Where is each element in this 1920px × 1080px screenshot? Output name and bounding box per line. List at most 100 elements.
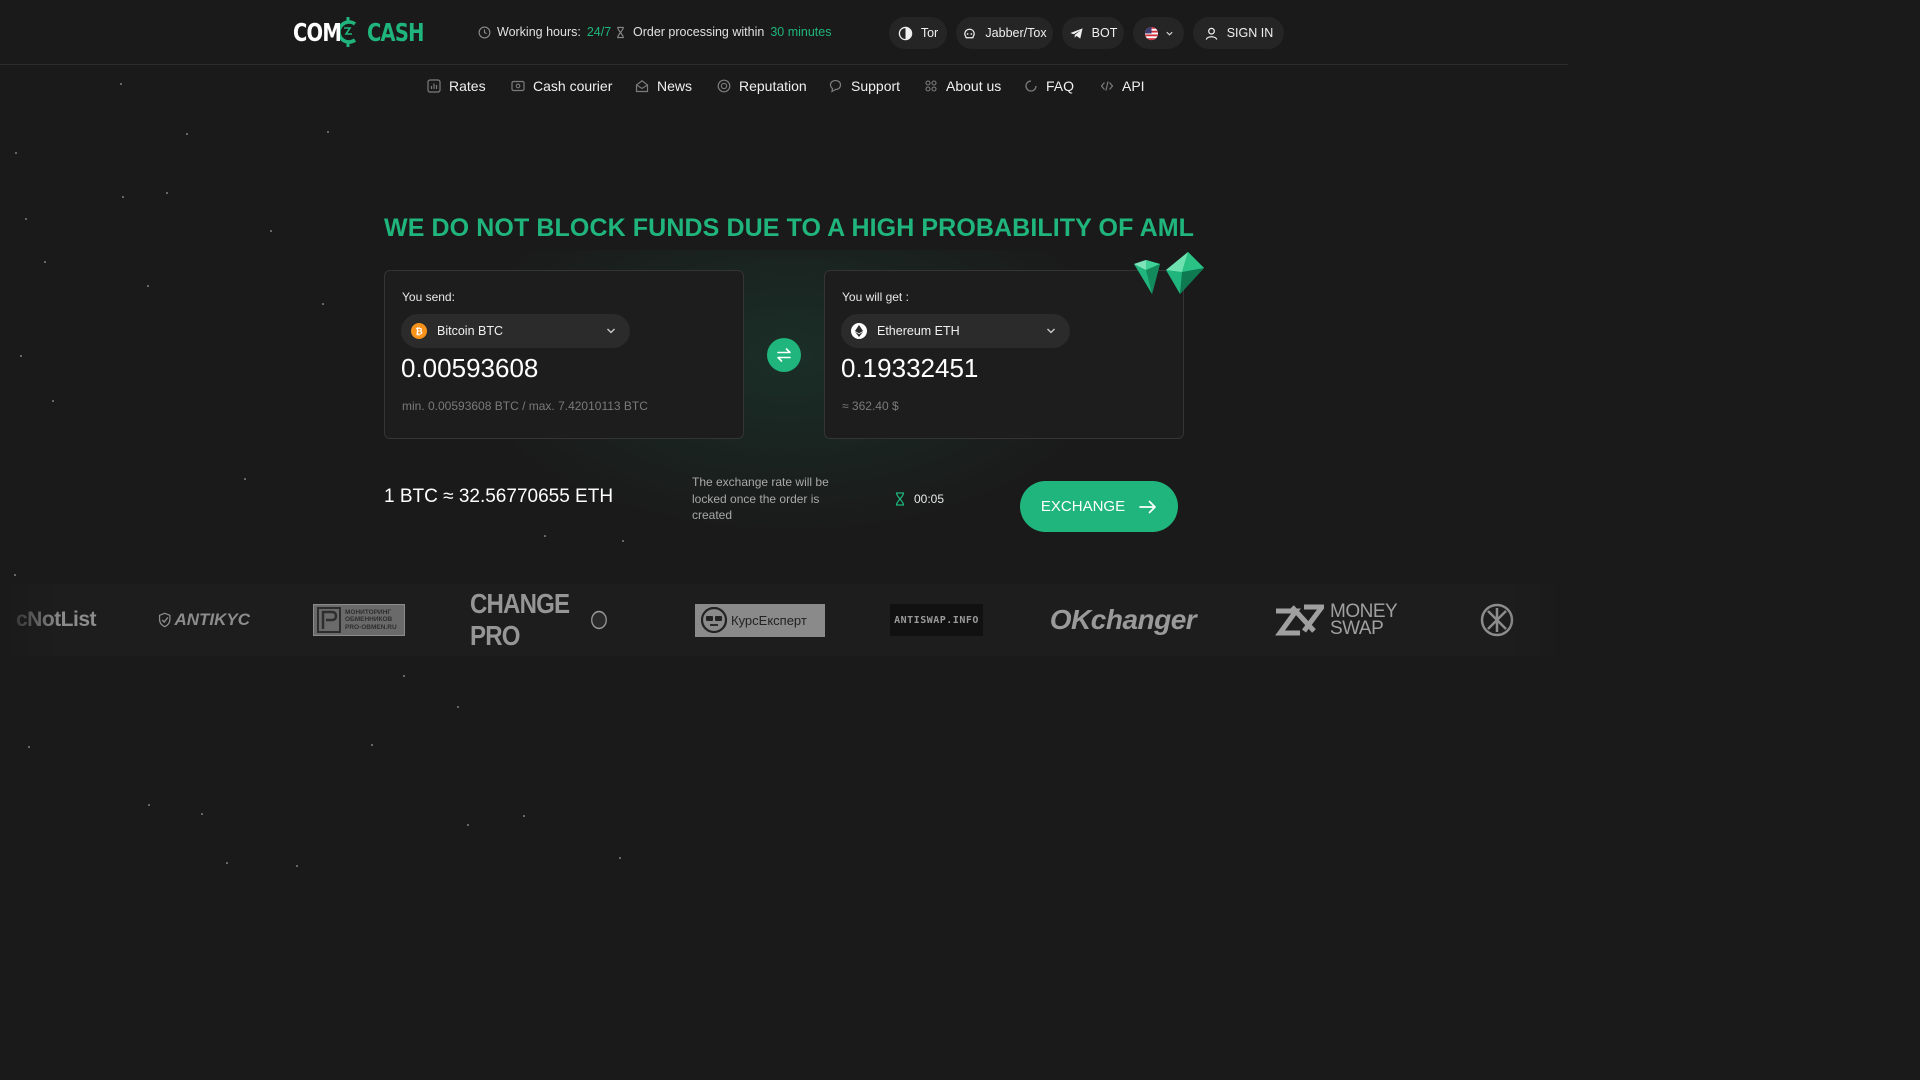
pro-obmen-mark-icon [317, 607, 341, 633]
partner-name: КурсЕксперт [731, 612, 807, 628]
partner-name: ANTIKYC [174, 610, 250, 629]
working-hours: Working hours: 24/7 [478, 25, 611, 39]
jabber-tox-button[interactable]: Jabber/Tox [956, 17, 1053, 49]
partner-name: ANTISWAP.INFO [894, 614, 979, 626]
partner-logo-kurs-expert[interactable]: КурсЕксперт [695, 584, 825, 656]
partner-name: MONEY SWAP [1330, 601, 1397, 639]
hourglass-icon [617, 26, 624, 38]
send-label: You send: [402, 290, 455, 304]
nav-label-reputation: Reputation [739, 78, 807, 94]
site-header: COM CASH Working hours: 24/7 Order proce… [0, 0, 1568, 65]
partner-seal-icon [1480, 603, 1514, 637]
partner-logo-change-pro[interactable]: CHANGE PRO [470, 584, 608, 656]
main-nav: Rates Cash courier News Reputation Suppo… [0, 66, 1568, 108]
working-hours-label: Working hours: [497, 25, 581, 39]
chevron-down-icon [1047, 328, 1055, 334]
nav-label-cash-courier: Cash courier [533, 78, 613, 94]
send-amount-input[interactable] [401, 351, 721, 385]
partner-logo-antikyc[interactable]: ANTIKYC [158, 584, 250, 656]
order-processing: Order processing within 30 minutes [614, 25, 831, 39]
partner-logo-moneyswap[interactable]: MONEY SWAP [1268, 584, 1416, 656]
arrow-right-icon [1139, 500, 1156, 513]
send-limits: min. 0.00593608 BTC / max. 7.42010113 BT… [402, 399, 648, 413]
sign-in-button[interactable]: SIGN IN [1193, 17, 1284, 49]
partner-logo-notlist[interactable]: cNotList [14, 584, 98, 656]
exchange-button-label: EXCHANGE [1040, 498, 1126, 515]
exchange-rate: 1 BTC ≈ 32.56770655 ETH [384, 486, 614, 507]
glasses-face-icon [701, 607, 727, 633]
exchange-button[interactable]: EXCHANGE [1020, 481, 1178, 532]
nav-label-rates: Rates [449, 78, 486, 94]
nav-label-support: Support [851, 78, 901, 94]
swap-arrows-icon [777, 348, 791, 362]
swap-currencies-button[interactable] [767, 338, 801, 372]
news-icon [635, 80, 649, 93]
starfield-background [0, 0, 1568, 882]
logo-text-cash: CASH [367, 17, 424, 47]
bot-button-label: BOT [1091, 26, 1118, 40]
moneyswap-mark-icon [1275, 604, 1324, 636]
telegram-icon [1070, 27, 1083, 39]
receive-amount-input[interactable] [841, 351, 1161, 385]
page-headline: WE DO NOT BLOCK FUNDS DUE TO A HIGH PROB… [384, 214, 1195, 242]
nav-item-about-us[interactable]: About us [924, 78, 1001, 94]
nav-item-reputation[interactable]: Reputation [717, 78, 807, 94]
code-icon [1100, 81, 1114, 91]
nav-item-rates[interactable]: Rates [427, 78, 486, 94]
receive-currency-name: Ethereum ETH [877, 324, 960, 338]
tor-button[interactable]: Tor [889, 17, 947, 49]
circle-icon [591, 610, 607, 630]
rate-timer: 00:05 [894, 492, 944, 506]
timer-value: 00:05 [914, 492, 945, 506]
sign-in-button-label: SIGN IN [1226, 26, 1274, 40]
clock-icon [478, 26, 491, 38]
language-selector[interactable] [1133, 17, 1184, 49]
partner-name: МОНИТОРИНГ ОБМЕННИКОВ PRO-OBMEN.RU [345, 608, 397, 631]
receive-usd-estimate: ≈ 362.40 $ [842, 399, 899, 413]
partner-logo-pro-obmen[interactable]: МОНИТОРИНГ ОБМЕННИКОВ PRO-OBMEN.RU [313, 584, 405, 656]
us-flag-icon [1144, 26, 1158, 40]
chevron-down-icon [1165, 31, 1173, 36]
chart-icon [427, 79, 441, 93]
working-hours-value: 24/7 [586, 25, 612, 39]
tor-button-label: Tor [920, 26, 939, 40]
cash-icon [511, 80, 525, 92]
logo-text-com: COM [293, 17, 342, 47]
partner-logo-antiswap[interactable]: ANTISWAP.INFO [890, 584, 983, 656]
order-processing-label: Order processing within [633, 25, 765, 39]
nav-item-api[interactable]: API [1100, 78, 1145, 94]
support-icon [829, 79, 842, 93]
send-currency-select[interactable]: ₿ Bitcoin BTC [401, 314, 630, 348]
reputation-icon [717, 79, 731, 93]
nav-item-faq[interactable]: FAQ [1024, 78, 1074, 94]
partner-logo-extra[interactable] [1480, 584, 1514, 656]
bot-button[interactable]: BOT [1062, 17, 1124, 49]
nav-label-api: API [1122, 78, 1145, 94]
nav-label-faq: FAQ [1046, 78, 1075, 94]
rate-lock-note: The exchange rate will be locked once th… [692, 475, 829, 522]
partners-strip: cNotList ANTIKYC МОНИТОРИНГ ОБМЕННИКОВ P… [0, 584, 1568, 656]
partner-name: OKchanger [1049, 604, 1197, 635]
send-currency-name: Bitcoin BTC [437, 324, 503, 338]
chevron-down-icon [607, 328, 615, 334]
user-icon [1205, 27, 1217, 40]
nav-item-cash-courier[interactable]: Cash courier [511, 78, 612, 94]
receive-currency-select[interactable]: Ethereum ETH [841, 314, 1070, 348]
ethereum-icon [851, 323, 867, 339]
nav-label-about-us: About us [946, 78, 1002, 94]
nav-item-news[interactable]: News [635, 78, 692, 94]
nav-item-support[interactable]: Support [829, 78, 900, 94]
nav-label-news: News [657, 78, 693, 94]
emerald-gems-icon [1134, 252, 1204, 294]
partner-logo-okchanger[interactable]: OKchanger [1046, 584, 1200, 656]
bitcoin-icon: ₿ [411, 323, 427, 339]
order-processing-value: 30 minutes [770, 25, 832, 39]
tor-icon [898, 26, 913, 40]
receive-label: You will get : [842, 290, 909, 304]
logo[interactable]: COM CASH [293, 14, 424, 50]
jabber-icon [964, 28, 976, 38]
faq-icon [1025, 80, 1037, 92]
shield-check-icon [158, 612, 171, 628]
svg-text:₿: ₿ [415, 326, 422, 336]
send-card: You send: ₿ Bitcoin BTC min. 0.00593608 … [384, 270, 744, 439]
